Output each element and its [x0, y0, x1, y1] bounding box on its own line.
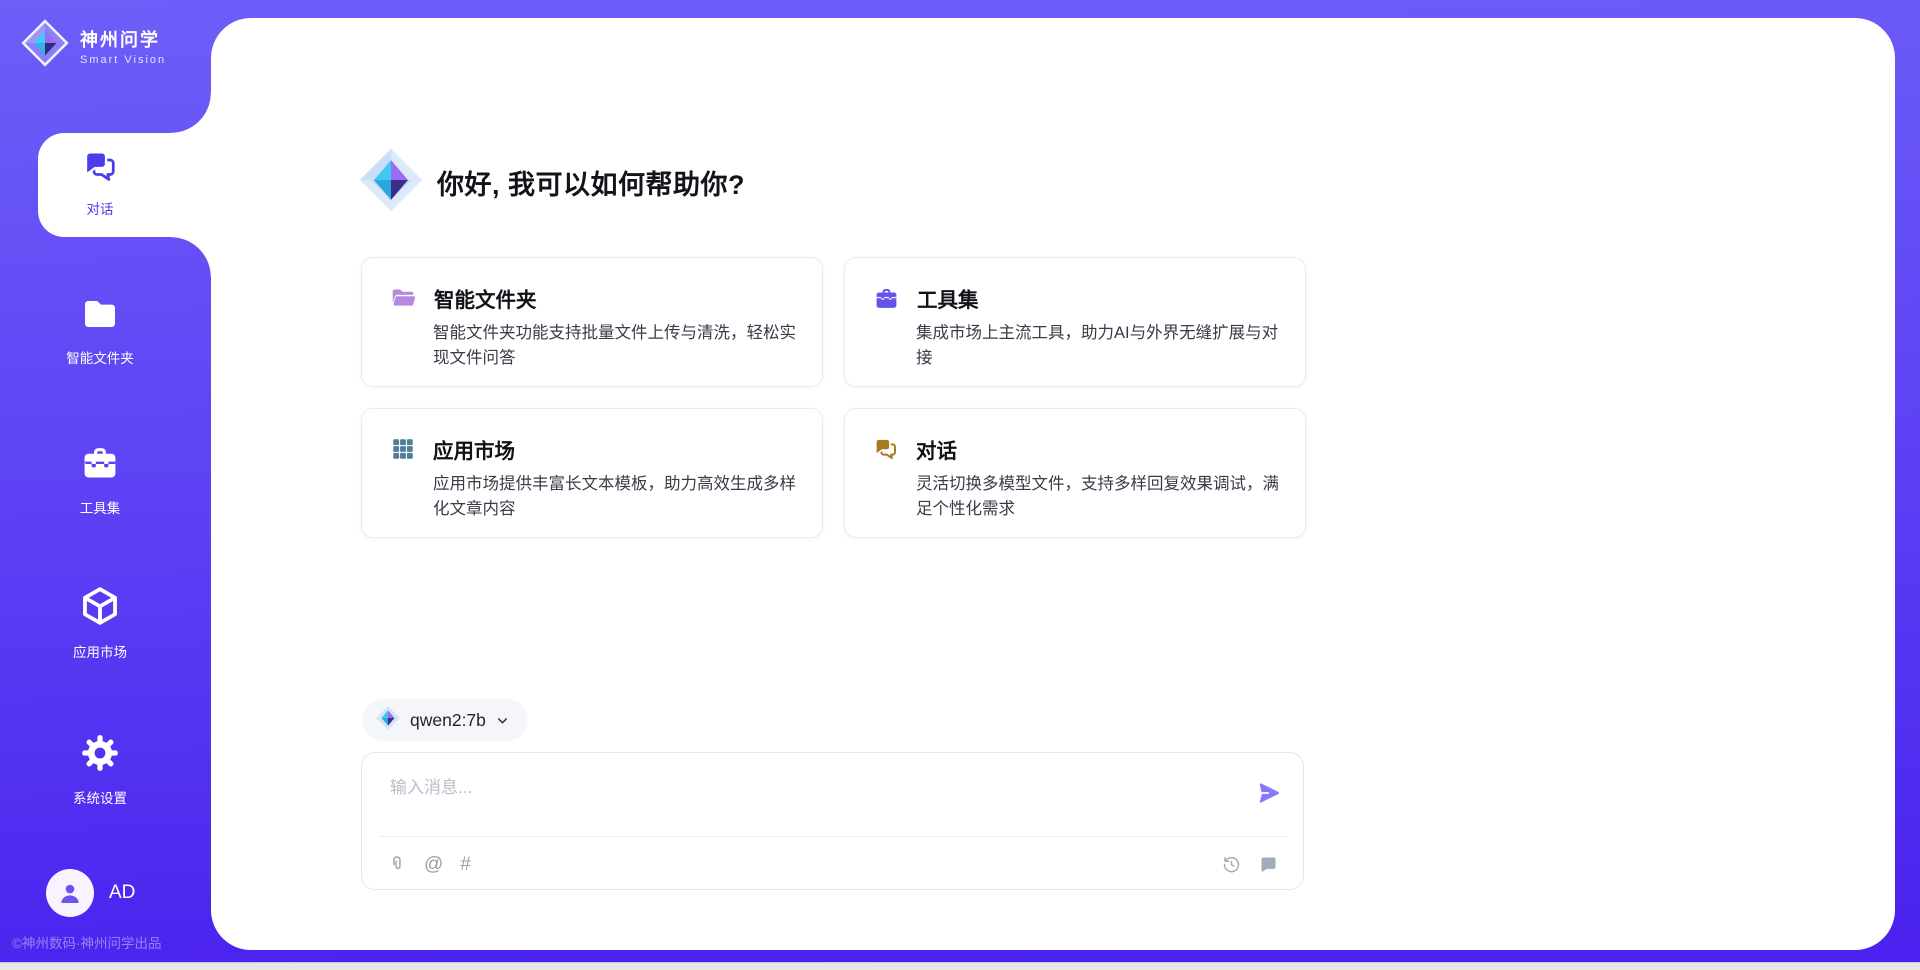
user-profile[interactable]: AD [46, 869, 135, 917]
card-title: 工具集 [917, 283, 979, 313]
avatar [46, 869, 94, 917]
model-name: qwen2:7b [410, 710, 486, 731]
sidebar: 神州问学 Smart Vision 对话 智能文件夹 工具 [0, 0, 211, 970]
brand-subtitle: Smart Vision [80, 54, 166, 66]
copyright-text: ©神州数码·神州问学出品 [12, 932, 161, 952]
message-input[interactable] [390, 773, 1210, 829]
sidebar-item-settings[interactable]: 系统设置 [0, 732, 200, 807]
sidebar-item-label: 系统设置 [0, 787, 200, 807]
sidebar-item-label: 智能文件夹 [0, 347, 200, 367]
chat-home: 你好, 我可以如何帮助你? 智能文件夹 智能文件夹功能支持批量文件上传与清洗，轻… [361, 0, 1306, 970]
card-title: 对话 [916, 434, 957, 464]
briefcase-icon [873, 285, 900, 312]
model-selector[interactable]: qwen2:7b [362, 699, 528, 741]
person-icon [56, 879, 84, 907]
hashtag-icon[interactable]: # [460, 855, 471, 874]
toolbox-icon [79, 442, 121, 489]
card-title: 应用市场 [433, 434, 515, 464]
card-smart-folder[interactable]: 智能文件夹 智能文件夹功能支持批量文件上传与清洗，轻松实现文件问答 [361, 257, 823, 387]
folder-icon [80, 294, 120, 339]
sidebar-item-label: 应用市场 [0, 641, 200, 661]
attachment-icon[interactable] [387, 853, 407, 875]
sidebar-item-smart-folder[interactable]: 智能文件夹 [0, 294, 200, 367]
chat-bubbles-icon [82, 148, 119, 190]
greeting-diamond-icon [357, 146, 425, 219]
sidebar-item-toolset[interactable]: 工具集 [0, 442, 200, 517]
card-description: 灵活切换多模型文件，支持多样回复效果调试，满足个性化需求 [916, 472, 1279, 522]
history-icon[interactable] [1221, 854, 1242, 875]
card-description: 集成市场上主流工具，助力AI与外界无缝扩展与对接 [916, 321, 1279, 371]
card-description: 应用市场提供丰富长文本模板，助力高效生成多样化文章内容 [433, 472, 796, 522]
card-chat[interactable]: 对话 灵活切换多模型文件，支持多样回复效果调试，满足个性化需求 [844, 408, 1306, 538]
card-toolset[interactable]: 工具集 集成市场上主流工具，助力AI与外界无缝扩展与对接 [844, 257, 1306, 387]
composer-divider [379, 836, 1286, 837]
send-icon [1256, 780, 1282, 806]
message-composer: @ # [361, 752, 1304, 890]
sidebar-item-label: 工具集 [0, 497, 200, 517]
sidebar-item-app-market[interactable]: 应用市场 [0, 584, 200, 661]
tab-curve-top [171, 93, 211, 133]
brand-diamond-icon [20, 18, 70, 73]
send-button[interactable] [1256, 780, 1282, 806]
sidebar-item-label: 对话 [0, 198, 200, 218]
brand-logo: 神州问学 Smart Vision [20, 18, 166, 73]
window-bottom-edge [0, 962, 1920, 970]
tab-curve-bottom [171, 237, 211, 277]
card-app-market[interactable]: 应用市场 应用市场提供丰富长文本模板，助力高效生成多样化文章内容 [361, 408, 823, 538]
sidebar-item-chat[interactable]: 对话 [0, 148, 200, 218]
cube-icon [78, 584, 122, 633]
brand-name: 神州问学 [80, 26, 166, 52]
chevron-down-icon [495, 713, 510, 728]
greeting: 你好, 我可以如何帮助你? [357, 146, 745, 219]
gear-icon [79, 732, 121, 779]
card-description: 智能文件夹功能支持批量文件上传与清洗，轻松实现文件问答 [433, 321, 796, 371]
greeting-title: 你好, 我可以如何帮助你? [437, 163, 745, 202]
chat-bubbles-icon [873, 436, 899, 462]
user-initials: AD [109, 882, 135, 904]
feature-cards: 智能文件夹 智能文件夹功能支持批量文件上传与清洗，轻松实现文件问答 工具集 集成… [361, 257, 1306, 538]
model-diamond-icon [375, 705, 401, 736]
folder-open-icon [390, 285, 417, 312]
grid-icon [390, 436, 416, 462]
card-title: 智能文件夹 [434, 283, 537, 313]
mention-icon[interactable]: @ [424, 855, 443, 874]
feedback-bubble-icon[interactable] [1258, 854, 1279, 875]
